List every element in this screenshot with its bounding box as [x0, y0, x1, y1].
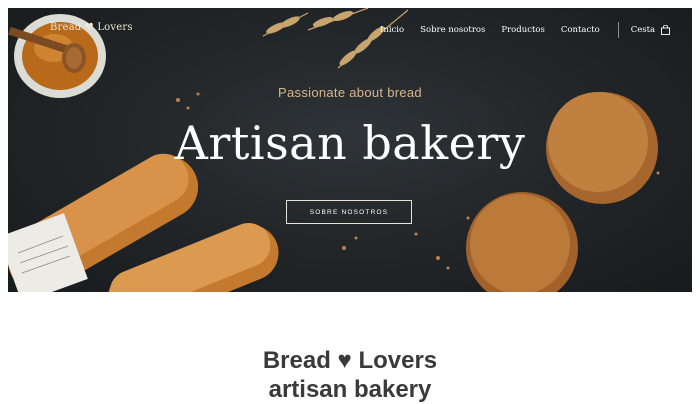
nav-item-inicio[interactable]: Inicio: [380, 25, 404, 35]
hero-banner: Bread ♥ Lovers Inicio Sobre nosotros Pro…: [8, 8, 692, 292]
nav-item-productos[interactable]: Productos: [501, 25, 544, 35]
wheat-stalks-image: [262, 8, 409, 69]
main-nav: Inicio Sobre nosotros Productos Contacto…: [380, 22, 671, 38]
cart-link[interactable]: Cesta: [630, 25, 671, 35]
about-title-line1: Bread ♥ Lovers: [262, 347, 438, 374]
about-section-title: Bread ♥ Lovers artisan bakery: [0, 346, 700, 404]
hero-tagline: Passionate about bread: [278, 85, 422, 100]
shopping-bag-icon: [661, 25, 671, 35]
hero-headline: Artisan bakery: [174, 116, 526, 170]
nav-divider: [617, 22, 619, 38]
brand-logo[interactable]: Bread ♥ Lovers: [50, 22, 133, 33]
nav-item-contacto[interactable]: Contacto: [561, 25, 600, 35]
cart-label: Cesta: [630, 25, 656, 35]
about-us-button[interactable]: SOBRE NOSOTROS: [286, 200, 412, 224]
nav-item-sobre-nosotros[interactable]: Sobre nosotros: [420, 25, 485, 35]
